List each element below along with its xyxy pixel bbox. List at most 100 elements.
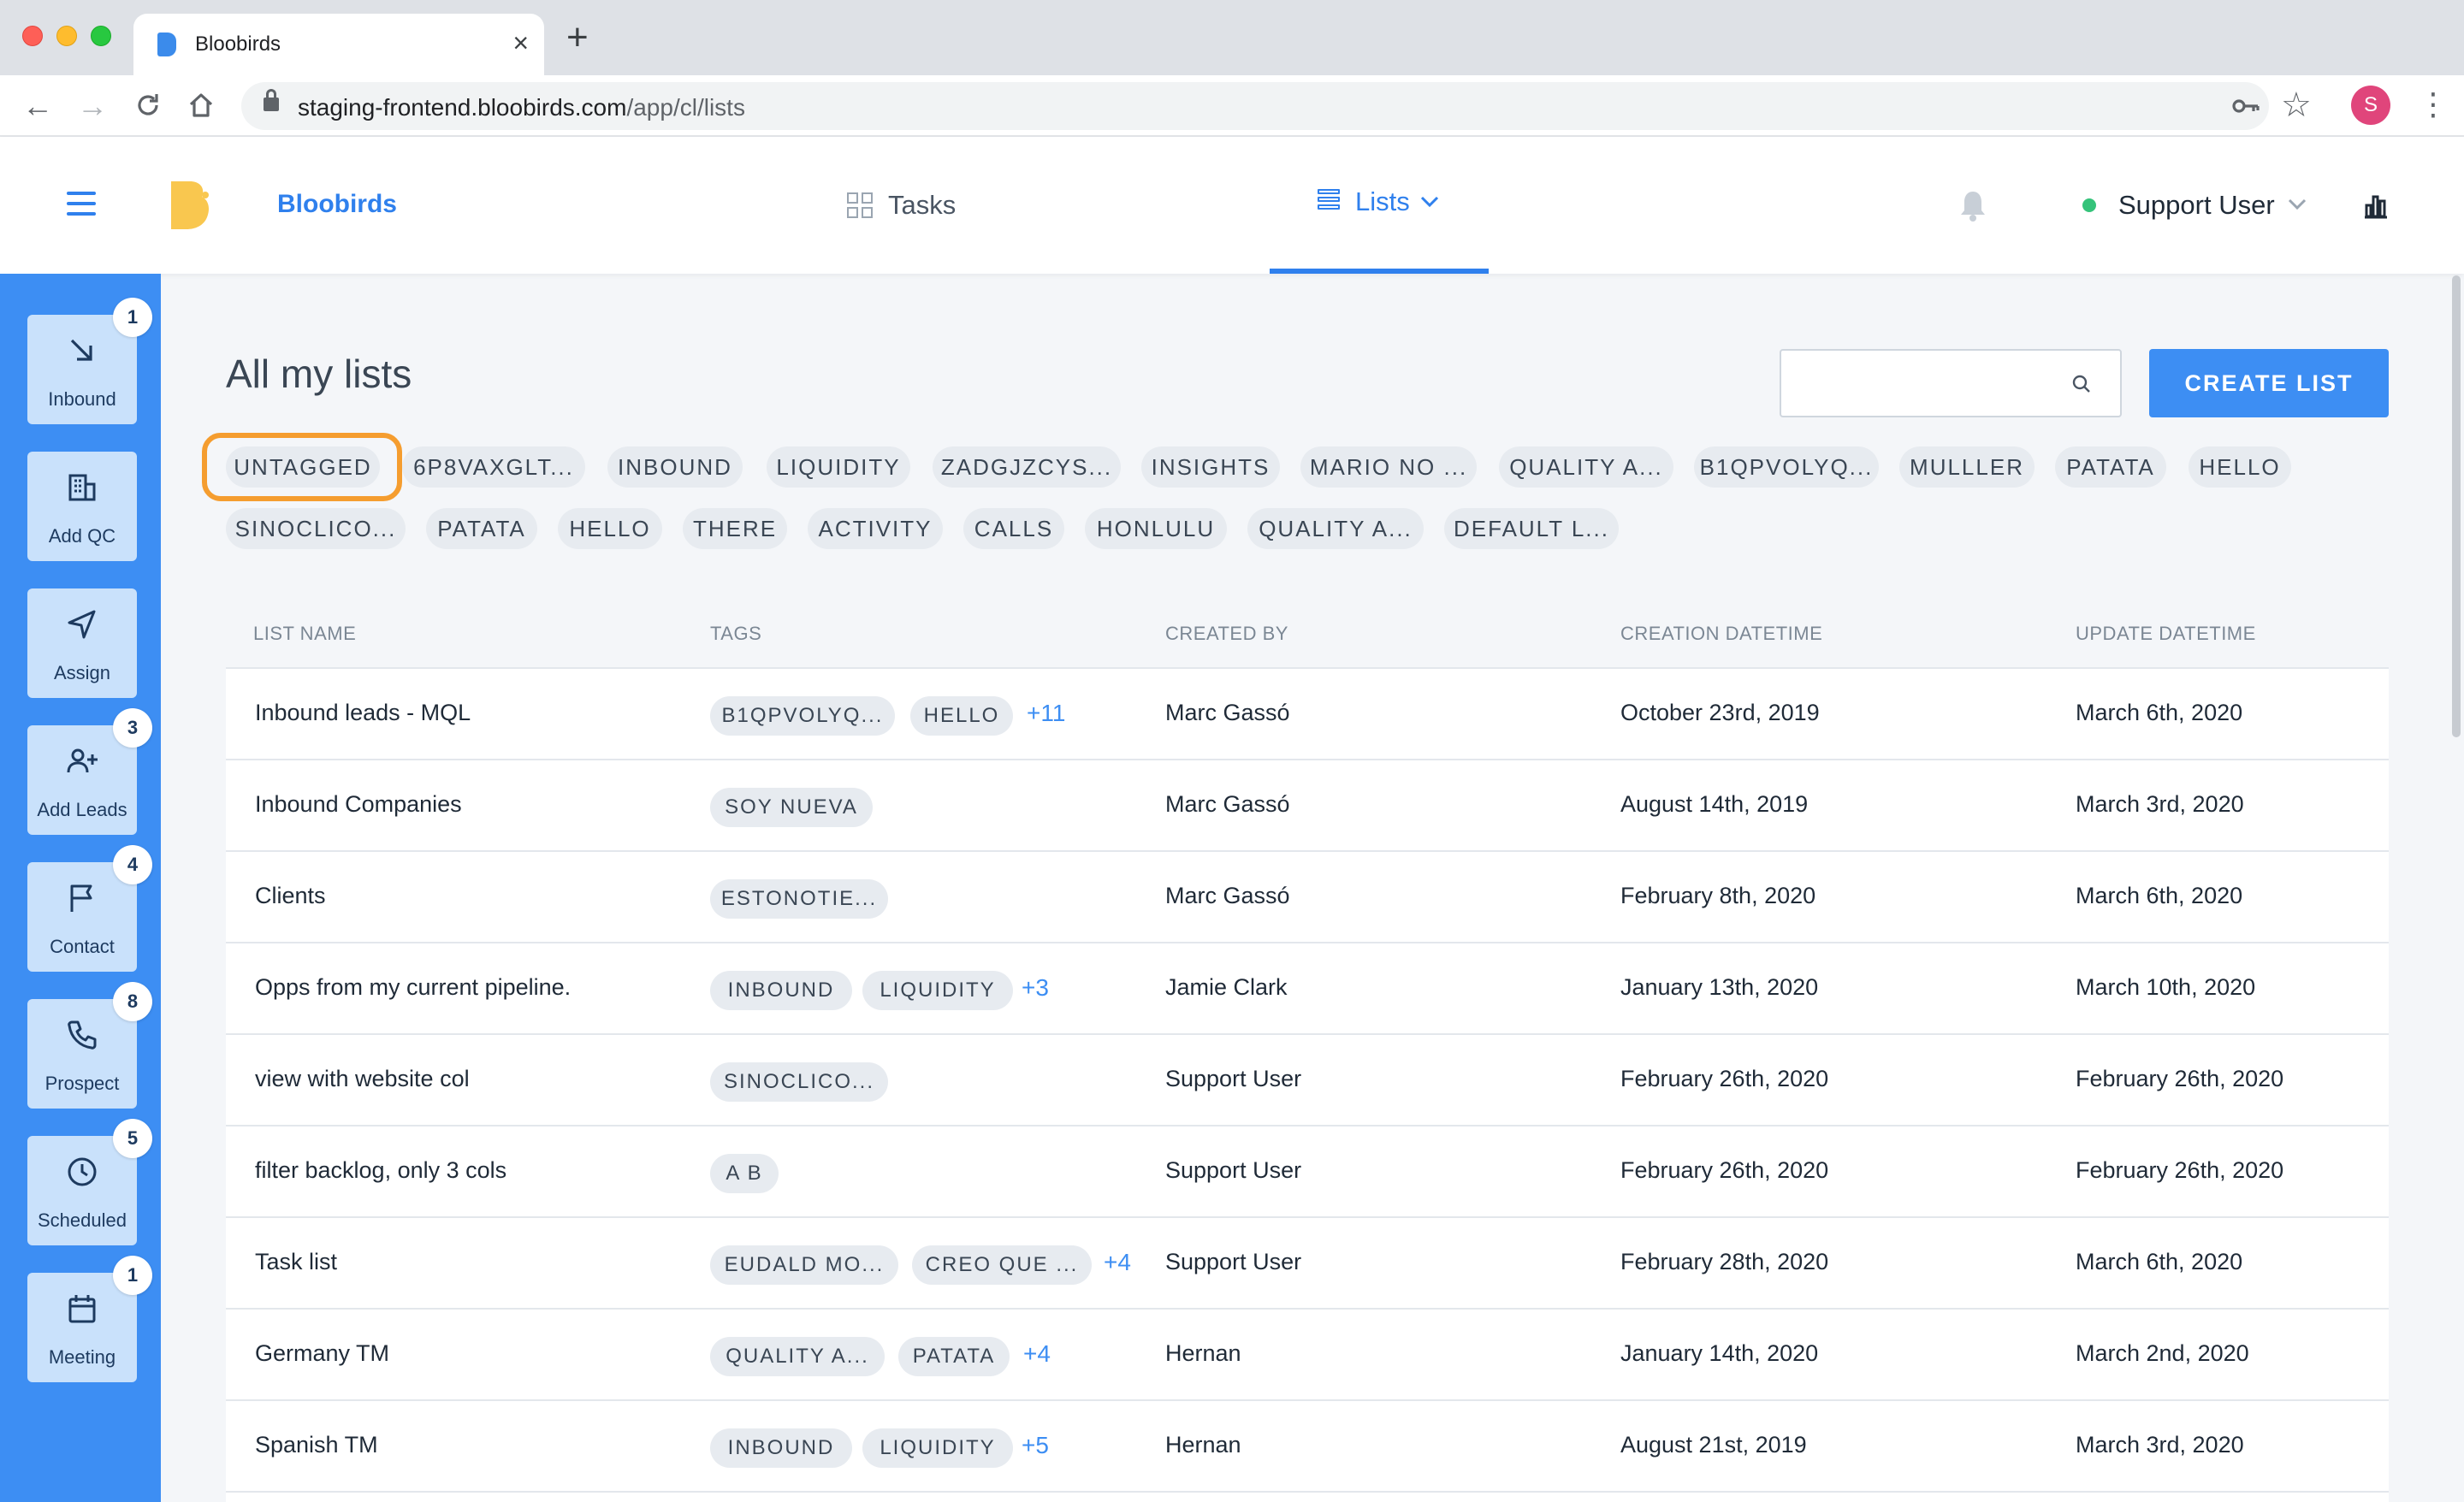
more-tags-link[interactable]: +11 — [1027, 700, 1065, 727]
flag-icon — [70, 884, 92, 912]
filter-chip[interactable]: QUALITY A... — [1247, 508, 1424, 549]
search-icon[interactable] — [2072, 375, 2091, 393]
table-row[interactable]: filter backlog, only 3 cols A B Support … — [226, 1126, 2389, 1218]
new-tab-icon[interactable]: + — [566, 19, 589, 56]
tab-close-icon[interactable]: × — [512, 27, 529, 58]
back-icon[interactable]: ← — [22, 87, 53, 125]
filter-chip[interactable]: HONLULU — [1085, 508, 1227, 549]
user-menu-chevron-icon[interactable] — [2288, 198, 2307, 210]
filter-chip[interactable]: LIQUIDITY — [767, 446, 910, 488]
tag-chip[interactable]: A B — [710, 1154, 779, 1193]
column-header-list-name[interactable]: LIST NAME — [253, 623, 356, 645]
tag-chip[interactable]: SOY NUEVA — [710, 788, 873, 827]
more-tags-link[interactable]: +3 — [1022, 974, 1049, 1002]
table-row[interactable]: Opps from my current pipeline. INBOUND L… — [226, 943, 2389, 1035]
filter-chip[interactable]: HELLO — [558, 508, 662, 549]
browser-menu-icon[interactable]: ⋮ — [2418, 86, 2449, 123]
tag-chip[interactable]: INBOUND — [710, 971, 852, 1010]
hamburger-menu-icon[interactable] — [67, 192, 96, 216]
filter-chip[interactable]: MULLLER — [1899, 446, 2035, 488]
browser-tab[interactable]: Bloobirds × — [133, 14, 544, 75]
sidebar-item-meeting[interactable]: Meeting 1 — [27, 1256, 152, 1382]
tag-chip[interactable]: CREO QUE ... — [912, 1245, 1092, 1285]
chevron-down-icon[interactable] — [1420, 196, 1439, 208]
filter-chip[interactable]: INSIGHTS — [1141, 446, 1280, 488]
page-scrollbar[interactable] — [2452, 275, 2461, 737]
list-icon — [1318, 189, 1340, 215]
tag-chip[interactable]: HELLO — [910, 696, 1013, 736]
tag-chip[interactable]: EUDALD MO... — [710, 1245, 898, 1285]
key-icon[interactable] — [2231, 96, 2260, 116]
more-tags-link[interactable]: +4 — [1023, 1340, 1051, 1368]
bar-chart-icon[interactable] — [2361, 192, 2389, 219]
nav-tasks[interactable]: Tasks — [847, 186, 956, 224]
browser-tab-bar: Bloobirds × + — [0, 0, 2464, 75]
filter-chip-untagged[interactable]: UNTAGGED — [226, 446, 380, 488]
tag-chip[interactable]: B1QPVOLYQ... — [710, 696, 895, 736]
column-header-creation-datetime[interactable]: CREATION DATETIME — [1620, 623, 1822, 645]
minimize-window-button[interactable] — [56, 26, 77, 46]
search-input[interactable] — [1781, 351, 2072, 416]
column-header-tags[interactable]: TAGS — [710, 623, 761, 645]
filter-chip[interactable]: SINOCLICO... — [226, 508, 406, 549]
filter-chip[interactable]: QUALITY A... — [1499, 446, 1673, 488]
sidebar-item-assign[interactable]: Assign — [27, 588, 137, 698]
filter-chip[interactable]: MARIO NO ... — [1300, 446, 1477, 488]
count-badge: 1 — [113, 298, 152, 337]
user-menu-name[interactable]: Support User — [2118, 190, 2275, 221]
search-field[interactable] — [1780, 349, 2122, 417]
table-row[interactable]: Inbound leads - MQL B1QPVOLYQ... HELLO +… — [226, 669, 2389, 760]
close-window-button[interactable] — [22, 26, 43, 46]
filter-chip[interactable]: DEFAULT L... — [1444, 508, 1619, 549]
brand-name[interactable]: Bloobirds — [277, 190, 397, 219]
forward-icon[interactable]: → — [77, 87, 108, 125]
nav-lists[interactable]: Lists — [1270, 137, 1489, 274]
filter-chip[interactable]: CALLS — [963, 508, 1064, 549]
tag-chip[interactable]: SINOCLICO... — [710, 1062, 888, 1102]
created-by-cell: Marc Gassó — [1165, 700, 1290, 725]
table-row[interactable]: Spanish TM INBOUND LIQUIDITY +5 Hernan A… — [226, 1401, 2389, 1493]
sidebar-item-scheduled[interactable]: Scheduled 5 — [27, 1119, 152, 1245]
profile-avatar[interactable]: S — [2351, 86, 2390, 125]
sidebar-item-inbound[interactable]: Inbound 1 — [27, 298, 152, 424]
table-row[interactable]: view with website col SINOCLICO... Suppo… — [226, 1035, 2389, 1126]
address-bar: ← → staging-frontend.bloobirds.com/app/c… — [0, 75, 2464, 137]
filter-chip[interactable]: ZADGJZCYS... — [933, 446, 1121, 488]
more-tags-link[interactable]: +4 — [1104, 1249, 1131, 1276]
sidebar-item-add-qc[interactable]: Add QC — [27, 452, 137, 561]
filter-chip[interactable]: 6P8VAXGLT... — [402, 446, 585, 488]
maximize-window-button[interactable] — [91, 26, 111, 46]
notifications-bell-icon[interactable] — [1959, 188, 1987, 222]
column-header-update-datetime[interactable]: UPDATE DATETIME — [2076, 623, 2256, 645]
filter-chip[interactable]: HELLO — [2189, 446, 2291, 488]
sidebar-item-add-leads[interactable]: Add Leads 3 — [27, 708, 152, 835]
filter-chip[interactable]: THERE — [683, 508, 787, 549]
list-name-cell: Task list — [255, 1249, 338, 1274]
create-list-button[interactable]: CREATE LIST — [2149, 349, 2389, 417]
filter-chip[interactable]: B1QPVOLYQ... — [1694, 446, 1879, 488]
sidebar-item-prospect[interactable]: Prospect 8 — [27, 982, 152, 1109]
tag-chip[interactable]: QUALITY A... — [710, 1337, 885, 1376]
table-row[interactable]: Task list EUDALD MO... CREO QUE ... +4 S… — [226, 1218, 2389, 1310]
sidebar-item-label: Meeting — [48, 1346, 116, 1368]
bookmark-star-icon[interactable]: ☆ — [2281, 86, 2312, 125]
more-tags-link[interactable]: +5 — [1022, 1432, 1049, 1459]
filter-chip[interactable]: PATATA — [426, 508, 537, 549]
tag-chip[interactable]: PATATA — [898, 1337, 1010, 1376]
table-row[interactable]: Germany TM QUALITY A... PATATA +4 Hernan… — [226, 1310, 2389, 1401]
home-icon[interactable] — [187, 91, 216, 120]
table-row[interactable]: Clients ESTONOTIE... Marc Gassó February… — [226, 852, 2389, 943]
url-field[interactable]: staging-frontend.bloobirds.com/app/cl/li… — [241, 82, 2312, 130]
sidebar-item-contact[interactable]: Contact 4 — [27, 845, 152, 972]
filter-chip[interactable]: PATATA — [2055, 446, 2166, 488]
tag-chip[interactable]: LIQUIDITY — [862, 971, 1013, 1010]
filter-chip[interactable]: INBOUND — [607, 446, 743, 488]
tag-chip[interactable]: LIQUIDITY — [862, 1428, 1013, 1468]
filter-chip[interactable]: ACTIVITY — [808, 508, 943, 549]
column-header-created-by[interactable]: CREATED BY — [1165, 623, 1288, 645]
tag-chip[interactable]: INBOUND — [710, 1428, 852, 1468]
bloobirds-logo[interactable] — [168, 180, 212, 231]
tag-chip[interactable]: ESTONOTIE... — [710, 879, 888, 919]
reload-icon[interactable] — [133, 91, 163, 120]
table-row[interactable]: Inbound Companies SOY NUEVA Marc Gassó A… — [226, 760, 2389, 852]
